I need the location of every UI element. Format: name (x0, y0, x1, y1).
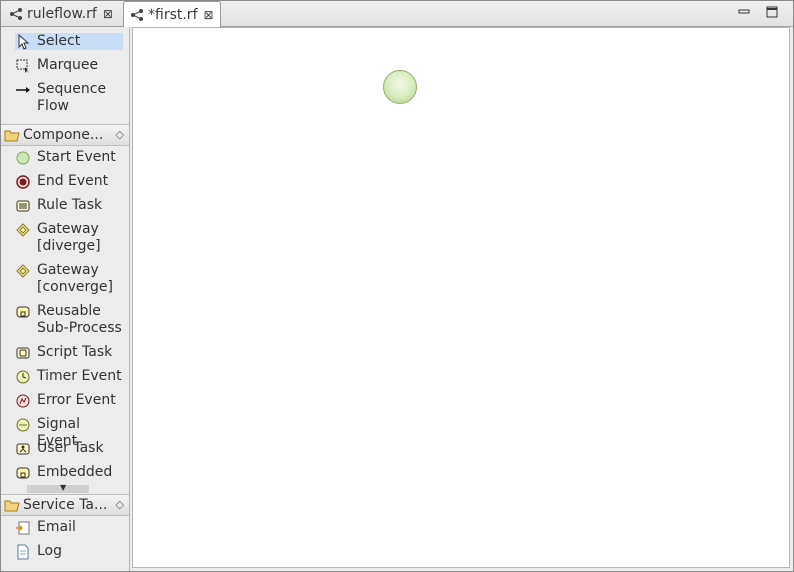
chevron-down-icon: ▼ (60, 483, 67, 492)
palette-item-label: Script Task (37, 344, 113, 360)
embedded-subprocess-icon (16, 467, 30, 479)
email-icon (16, 521, 30, 535)
palette-item-label: Timer Event (37, 368, 122, 384)
palette-item-label: Sequence Flow (37, 81, 107, 114)
flow-icon (10, 7, 22, 20)
sequence-flow-icon (16, 87, 30, 93)
tab-label: ruleflow.rf (27, 5, 97, 22)
editor-window: ruleflow.rf ⊠ *first.rf ⊠ Select Marquee… (0, 0, 794, 572)
close-icon[interactable]: ⊠ (204, 8, 214, 22)
diagram-canvas[interactable] (132, 27, 790, 568)
tab-label: *first.rf (148, 6, 198, 23)
palette-item-label: End Event (37, 173, 109, 189)
tab-first[interactable]: *first.rf ⊠ (123, 1, 221, 27)
minimize-icon[interactable] (737, 5, 751, 19)
palette-item-label: Select (37, 33, 81, 49)
palette: Select Marquee Sequence Flow Compone... … (1, 27, 130, 571)
rule-task-icon (16, 200, 30, 212)
palette-embedded-subprocess[interactable]: Embedded (15, 464, 123, 481)
flow-icon (131, 8, 143, 21)
start-event-icon (16, 151, 30, 165)
gateway-converge-icon (16, 264, 30, 278)
palette-rule-task[interactable]: Rule Task (15, 197, 123, 214)
palette-item-label: Gateway [converge] (37, 262, 113, 295)
palette-marquee-tool[interactable]: Marquee (15, 57, 123, 74)
timer-event-icon (16, 370, 30, 384)
tab-ruleflow[interactable]: ruleflow.rf ⊠ (3, 1, 119, 26)
gateway-diverge-icon (16, 223, 30, 237)
drawer-label: Compone... (23, 127, 104, 143)
palette-item-label: User Task (37, 440, 104, 456)
drawer-label: Service Ta... (23, 497, 108, 513)
service-tasks-drawer[interactable]: Service Ta... ◇ (1, 494, 129, 516)
folder-icon (4, 130, 20, 142)
palette-select-tool[interactable]: Select (15, 33, 123, 50)
editor-tab-bar: ruleflow.rf ⊠ *first.rf ⊠ (1, 1, 793, 27)
palette-start-event[interactable]: Start Event (15, 149, 123, 166)
components-drawer[interactable]: Compone... ◇ (1, 124, 129, 146)
palette-timer-event[interactable]: Timer Event (15, 368, 123, 385)
palette-user-task[interactable]: User Task (15, 440, 123, 457)
palette-script-task[interactable]: Script Task (15, 344, 123, 361)
log-icon (17, 544, 29, 560)
select-arrow-icon (18, 34, 30, 50)
palette-log[interactable]: Log (15, 543, 123, 560)
palette-item-label: Marquee (37, 57, 99, 73)
folder-icon (4, 500, 20, 512)
palette-error-event[interactable]: Error Event (15, 392, 123, 409)
palette-item-label: Log (37, 543, 63, 559)
palette-item-label: Rule Task (37, 197, 103, 213)
pin-icon[interactable]: ◇ (116, 128, 124, 141)
palette-end-event[interactable]: End Event (15, 173, 123, 190)
palette-item-label: Start Event (37, 149, 116, 165)
start-event-node[interactable] (383, 70, 417, 104)
palette-gateway-converge[interactable]: Gateway [converge] (15, 262, 123, 296)
close-icon[interactable]: ⊠ (103, 7, 113, 21)
maximize-icon[interactable] (765, 5, 779, 19)
marquee-icon (16, 59, 29, 73)
palette-sequence-flow-tool[interactable]: Sequence Flow (15, 81, 123, 115)
pin-icon[interactable]: ◇ (116, 498, 124, 511)
script-task-icon (16, 347, 30, 359)
palette-item-label: Embedded (37, 464, 113, 480)
error-event-icon (16, 394, 30, 408)
palette-item-label: Email (37, 519, 76, 535)
palette-email[interactable]: Email (15, 519, 123, 536)
end-event-icon (16, 175, 30, 189)
palette-reusable-subprocess[interactable]: Reusable Sub-Process (15, 303, 123, 337)
palette-item-label: Gateway [diverge] (37, 221, 101, 254)
user-task-icon (16, 443, 30, 455)
palette-item-label: Error Event (37, 392, 116, 408)
window-controls (737, 5, 779, 19)
palette-gateway-diverge[interactable]: Gateway [diverge] (15, 221, 123, 255)
palette-scroll-down[interactable]: ▼ (27, 483, 89, 493)
palette-item-label: Reusable Sub-Process (37, 303, 122, 336)
reusable-subprocess-icon (16, 306, 30, 318)
signal-event-icon (16, 418, 30, 432)
